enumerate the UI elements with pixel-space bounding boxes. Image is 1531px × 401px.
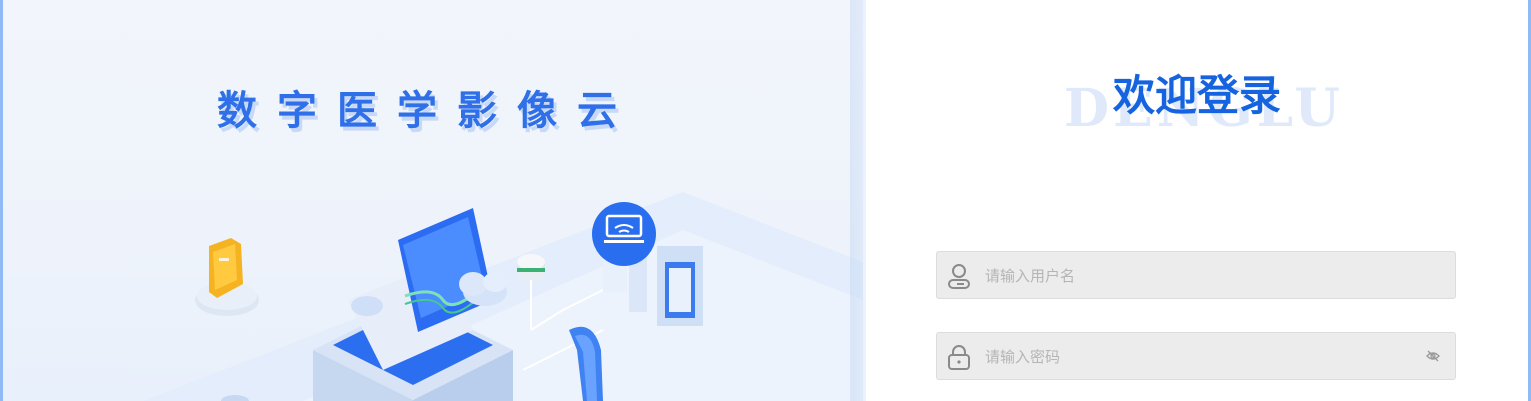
password-input[interactable] (983, 333, 1417, 381)
eye-off-icon[interactable] (1425, 348, 1441, 364)
login-panel: DENGLU 欢迎登录 (866, 0, 1528, 401)
username-input[interactable] (983, 252, 1417, 300)
login-title: 欢迎登录 (1112, 71, 1281, 120)
hero-illustration (143, 192, 863, 401)
hero-title: 数字医学影像云 (217, 88, 637, 134)
username-field[interactable] (936, 251, 1456, 300)
password-field[interactable] (936, 332, 1456, 381)
lock-icon (948, 345, 970, 370)
user-icon (948, 264, 970, 289)
hero-panel: 数字医学影像云 (3, 0, 863, 401)
folder-icon (195, 238, 259, 316)
